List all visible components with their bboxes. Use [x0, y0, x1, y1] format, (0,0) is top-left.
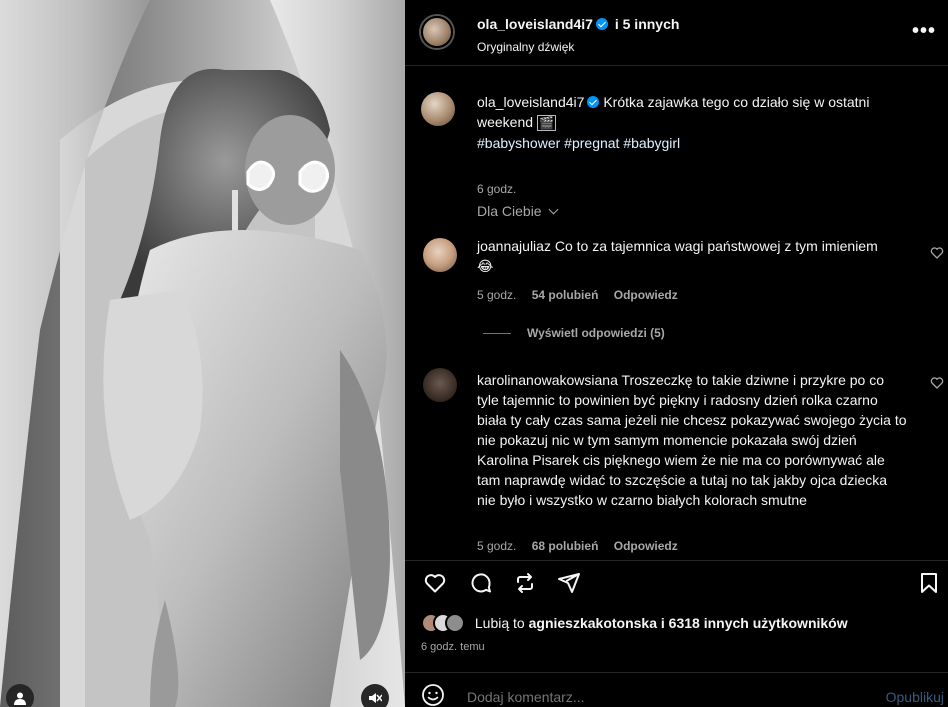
liker-avatar: [445, 613, 465, 633]
caption-username[interactable]: ola_loveisland4i7: [477, 94, 584, 110]
verified-icon: [595, 18, 608, 30]
comment-meta: 5 godz. 68 polubień Odpowiedz: [477, 539, 678, 553]
likes-rest[interactable]: i 6318 innych użytkowników: [661, 615, 848, 631]
post-media[interactable]: [0, 0, 405, 707]
comment-likes[interactable]: 68 polubień: [532, 539, 599, 553]
reply-button[interactable]: Odpowiedz: [614, 539, 678, 553]
comments-scroll[interactable]: ola_loveisland4i7 Krótka zajawka tego co…: [405, 66, 948, 560]
author-avatar[interactable]: [421, 16, 453, 48]
comment-likes[interactable]: 54 polubień: [532, 288, 599, 302]
comment-username[interactable]: joannajuliaz: [477, 238, 551, 254]
comment-text: Co to za tajemnica wagi państwowej z tym…: [554, 238, 878, 254]
reply-button[interactable]: Odpowiedz: [614, 288, 678, 302]
chevron-down-icon: [549, 204, 559, 215]
comment-composer: Opublikuj: [405, 672, 948, 707]
hashtag-link[interactable]: #babyshower: [477, 135, 560, 151]
comment-meta: 5 godz. 54 polubień Odpowiedz: [477, 288, 678, 302]
speaker-muted-icon: [369, 693, 382, 703]
caption-emoji: 🎬: [536, 115, 556, 131]
comment-filter-label: Dla Ciebie: [477, 203, 542, 219]
caption-hashtags: #babyshower #pregnat #babygirl: [477, 133, 897, 153]
author-username[interactable]: ola_loveisland4i7: [477, 16, 593, 32]
emoji-icon[interactable]: [421, 683, 445, 707]
post-header: ola_loveisland4i7 i 5 innych Oryginalny …: [405, 0, 948, 66]
likes-user[interactable]: agnieszkakotonska: [529, 615, 657, 631]
bookmark-icon[interactable]: [917, 571, 941, 595]
comment-text: Troszeczkę to takie dziwne i przykre po …: [477, 372, 907, 508]
caption-avatar[interactable]: [421, 92, 455, 126]
hashtag-link[interactable]: #babygirl: [623, 135, 680, 151]
tagged-users-button[interactable]: [6, 684, 34, 707]
comment-icon[interactable]: [469, 571, 493, 595]
post-photo: [0, 0, 405, 707]
user-icon: [14, 692, 26, 705]
share-icon[interactable]: [557, 571, 581, 595]
caption-time: 6 godz.: [477, 182, 517, 196]
like-comment-icon[interactable]: [930, 376, 944, 390]
comment-emoji: 😂: [477, 258, 494, 274]
caption-body: ola_loveisland4i7 Krótka zajawka tego co…: [477, 92, 897, 153]
commenter-avatar[interactable]: [423, 368, 457, 402]
publish-button[interactable]: Opublikuj: [886, 689, 944, 705]
like-comment-icon[interactable]: [930, 246, 944, 260]
repost-icon[interactable]: [513, 571, 537, 595]
comment-input[interactable]: [467, 689, 847, 705]
comment-text-block: karolinanowakowsiana Troszeczkę to takie…: [477, 370, 909, 510]
heart-icon[interactable]: [423, 571, 447, 595]
likes-prefix: Lubią to: [474, 615, 525, 631]
coauthors-link[interactable]: i 5 innych: [615, 16, 680, 32]
comment-time: 5 godz.: [477, 539, 517, 553]
audio-label[interactable]: Oryginalny dźwięk: [477, 40, 574, 54]
likes-summary[interactable]: Lubią to agnieszkakotonska i 6318 innych…: [421, 613, 848, 633]
comment-filter-dropdown[interactable]: Dla Ciebie: [477, 203, 559, 219]
author-line: ola_loveisland4i7 i 5 innych: [477, 16, 679, 32]
commenter-avatar[interactable]: [423, 238, 457, 272]
view-replies-button[interactable]: Wyświetl odpowiedzi (5): [483, 326, 665, 340]
verified-icon: [587, 96, 600, 108]
post-actions: [405, 560, 948, 604]
post-side-panel: ola_loveisland4i7 i 5 innych Oryginalny …: [405, 0, 948, 707]
post-timestamp: 6 godz. temu: [421, 641, 485, 653]
comment-username[interactable]: karolinanowakowsiana: [477, 372, 618, 388]
comment-text-block: joannajuliaz Co to za tajemnica wagi pań…: [477, 236, 897, 276]
comment-time: 5 godz.: [477, 288, 517, 302]
more-options-icon[interactable]: •••: [912, 20, 936, 43]
hashtag-link[interactable]: #pregnat: [564, 135, 619, 151]
mute-button[interactable]: [361, 684, 389, 707]
